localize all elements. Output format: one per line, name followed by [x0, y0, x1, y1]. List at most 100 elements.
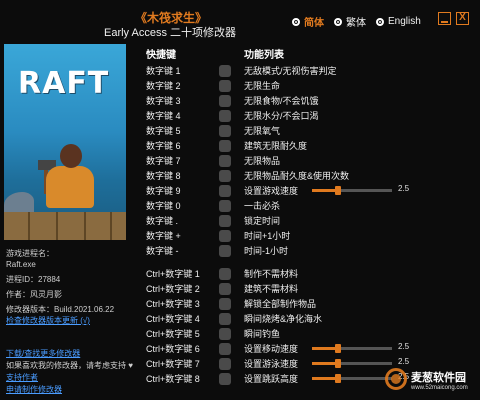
download-more-link[interactable]: 下载/查找更多修改器: [6, 348, 136, 360]
function-label: 无限物品耐久度&使用次数: [244, 171, 350, 181]
toggle-button[interactable]: [219, 298, 231, 310]
support-author-link[interactable]: 支持作者: [6, 372, 136, 384]
hotkey-row: 数字键 3 无限食物/不会饥饿: [146, 93, 466, 108]
toggle-button[interactable]: [219, 343, 231, 355]
hotkey-row: 数字键 5 无限氧气: [146, 123, 466, 138]
function-label: 无限物品: [244, 156, 281, 166]
minimize-button[interactable]: [438, 12, 451, 25]
hotkey-label: 数字键 3: [146, 96, 181, 106]
lang-label: 繁体: [346, 18, 366, 29]
toggle-button[interactable]: [219, 125, 231, 137]
toggle-button[interactable]: [219, 268, 231, 280]
lang-option-traditional[interactable]: 繁体: [334, 14, 366, 29]
slider-thumb[interactable]: [335, 186, 342, 195]
game-info: 游戏进程名： Raft.exe 进程ID：27884 作者：风灵月影 修改器版本…: [6, 248, 136, 326]
watermark-url: www.52maicong.com: [411, 385, 468, 391]
hotkey-label: Ctrl+数字键 6: [146, 344, 200, 354]
hotkey-label: Ctrl+数字键 2: [146, 284, 200, 294]
hotkey-row: 数字键 1 无敌模式/无视伤害判定: [146, 63, 466, 78]
hotkey-row: 数字键 + 时间+1小时: [146, 228, 466, 243]
raft-deck: [4, 212, 126, 240]
header: 《木筏求生》 Early Access 二十项修改器 简体 繁体 English…: [0, 0, 480, 44]
hotkey-label: 数字键 .: [146, 216, 179, 226]
toggle-button[interactable]: [219, 155, 231, 167]
function-label: 锁定时间: [244, 216, 281, 226]
slider-value: 2.5: [398, 184, 410, 193]
toggle-button[interactable]: [219, 170, 231, 182]
hotkey-row: Ctrl+数字键 4 瞬间烧烤&净化海水: [146, 311, 466, 326]
watermark-name: 麦葱软件园: [411, 372, 466, 384]
hotkey-row: 数字键 6 建筑无限耐久度: [146, 138, 466, 153]
toggle-button[interactable]: [219, 245, 231, 257]
value-slider[interactable]: [312, 186, 392, 195]
game-logo: RAFT: [18, 66, 110, 101]
hotkey-label: Ctrl+数字键 8: [146, 374, 200, 384]
check-update-link[interactable]: 检查修改器版本更新 (√): [6, 315, 136, 326]
raft-plank: [28, 212, 30, 240]
toggle-button[interactable]: [219, 283, 231, 295]
lang-option-simplified[interactable]: 简体: [292, 14, 324, 29]
toggle-button[interactable]: [219, 373, 231, 385]
shark-fin-icon: [4, 192, 34, 214]
slider-thumb[interactable]: [335, 344, 342, 353]
hotkey-row: 数字键 8 无限物品耐久度&使用次数: [146, 168, 466, 183]
slider-thumb[interactable]: [335, 374, 342, 383]
hotkey-row: 数字键 0 一击必杀: [146, 198, 466, 213]
process-name-label: 游戏进程名：: [6, 249, 54, 258]
toggle-button[interactable]: [219, 200, 231, 212]
function-label: 瞬间钓鱼: [244, 329, 281, 339]
hotkey-label: 数字键 5: [146, 126, 181, 136]
hotkey-label: 数字键 -: [146, 246, 179, 256]
function-label: 设置跳跃高度: [244, 374, 299, 384]
hotkey-label: 数字键 7: [146, 156, 181, 166]
hotkey-label: 数字键 0: [146, 201, 181, 211]
hotkey-row: Ctrl+数字键 2 建筑不需材料: [146, 281, 466, 296]
hotkey-row: 数字键 - 时间-1小时: [146, 243, 466, 258]
toggle-button[interactable]: [219, 185, 231, 197]
hotkey-label: 数字键 4: [146, 111, 181, 121]
request-trainer-link[interactable]: 申请制作修改器: [6, 384, 136, 396]
game-cover-image: RAFT: [4, 44, 126, 240]
toggle-button[interactable]: [219, 358, 231, 370]
toggle-button[interactable]: [219, 110, 231, 122]
hotkey-label: Ctrl+数字键 1: [146, 269, 200, 279]
toggle-button[interactable]: [219, 230, 231, 242]
hotkey-label: 数字键 8: [146, 171, 181, 181]
toggle-button[interactable]: [219, 80, 231, 92]
close-button[interactable]: X: [456, 12, 469, 25]
character-body: [46, 166, 94, 208]
function-label: 无限食物/不会饥饿: [244, 96, 319, 106]
function-label: 无限氧气: [244, 126, 281, 136]
minimize-icon: [441, 21, 448, 23]
toggle-button[interactable]: [219, 313, 231, 325]
process-id: 进程ID：27884: [6, 275, 61, 284]
hotkey-label: Ctrl+数字键 5: [146, 329, 200, 339]
support-note: 如果喜欢我的修改器，请考虑支持 ♥: [6, 361, 133, 370]
value-slider[interactable]: [312, 359, 392, 368]
function-label: 时间+1小时: [244, 231, 291, 241]
toggle-button[interactable]: [219, 215, 231, 227]
author: 作者：风灵月影: [6, 290, 62, 299]
value-slider[interactable]: [312, 374, 392, 383]
hotkey-label: Ctrl+数字键 4: [146, 314, 200, 324]
lang-option-english[interactable]: English: [376, 16, 421, 27]
function-label: 时间-1小时: [244, 246, 289, 256]
character-head: [60, 144, 82, 168]
toggle-button[interactable]: [219, 95, 231, 107]
toggle-button[interactable]: [219, 328, 231, 340]
hotkey-label: Ctrl+数字键 3: [146, 299, 200, 309]
function-label: 无限水分/不会口渴: [244, 111, 319, 121]
toggle-button[interactable]: [219, 140, 231, 152]
function-label: 制作不需材料: [244, 269, 299, 279]
hotkey-label: 数字键 2: [146, 81, 181, 91]
trainer-subtitle: Early Access 二十项修改器: [103, 27, 237, 39]
function-column-header: 功能列表: [244, 50, 284, 61]
watermark-logo-dot: [391, 374, 401, 384]
function-label: 设置移动速度: [244, 344, 299, 354]
lang-label: 简体: [304, 18, 324, 29]
value-slider[interactable]: [312, 344, 392, 353]
toggle-button[interactable]: [219, 65, 231, 77]
hotkey-label: 数字键 9: [146, 186, 181, 196]
slider-thumb[interactable]: [335, 359, 342, 368]
radio-icon: [376, 17, 384, 26]
